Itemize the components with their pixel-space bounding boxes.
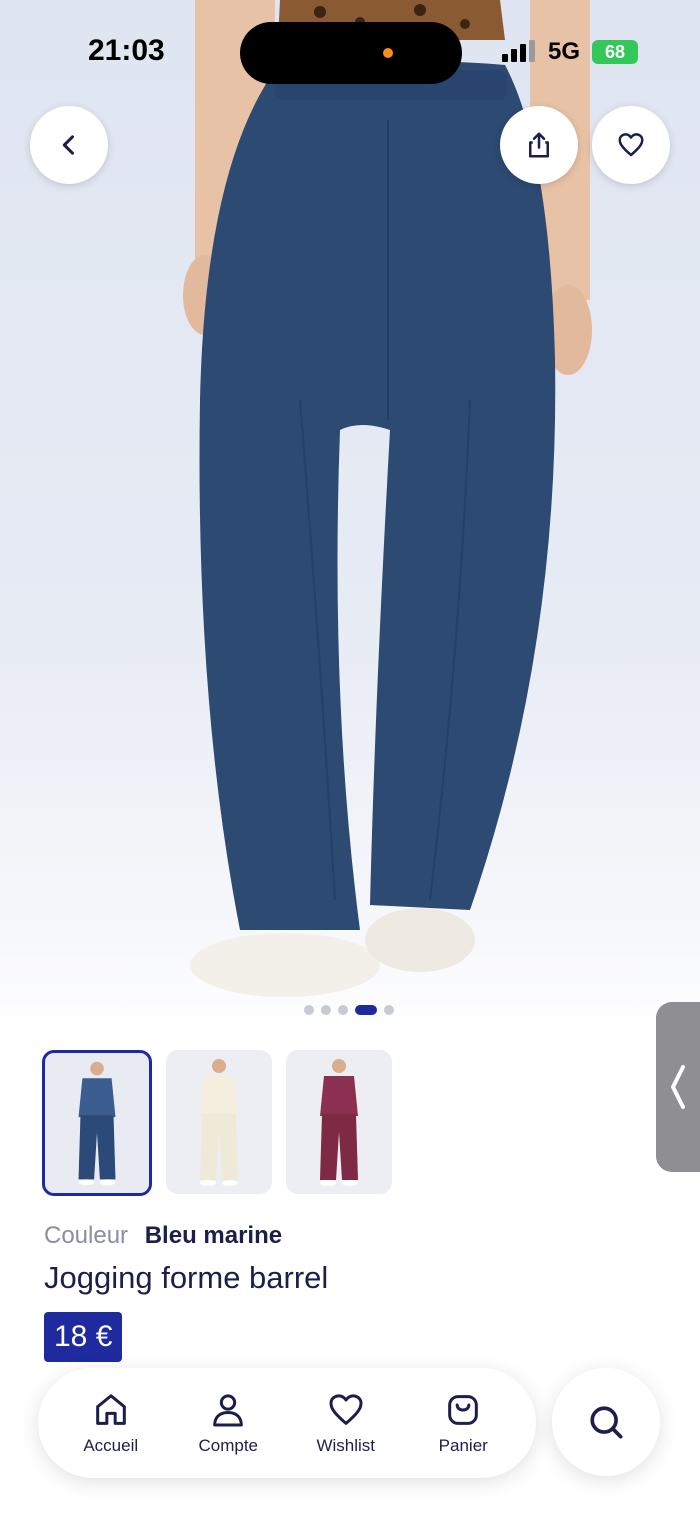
color-value: Bleu marine bbox=[144, 1222, 283, 1249]
pagination-dot[interactable] bbox=[338, 1005, 348, 1015]
pagination-dot[interactable] bbox=[321, 1005, 331, 1015]
variant-thumbnail-navy[interactable] bbox=[42, 1050, 152, 1196]
product-title: Jogging forme barrel bbox=[44, 1260, 329, 1295]
search-icon bbox=[590, 1406, 623, 1439]
pagination-dot[interactable] bbox=[304, 1005, 314, 1015]
privacy-indicator-dot bbox=[383, 48, 393, 58]
nav-item-compte[interactable]: Compte bbox=[173, 1390, 283, 1456]
carousel-pagination bbox=[304, 1005, 394, 1015]
pagination-dot[interactable] bbox=[384, 1005, 394, 1015]
chevron-left-icon bbox=[62, 135, 75, 155]
nav-label-panier: Panier bbox=[438, 1436, 488, 1455]
nav-label-wishlist: Wishlist bbox=[316, 1436, 376, 1455]
wishlist-button[interactable] bbox=[592, 106, 670, 184]
variant-thumbnail-cream[interactable] bbox=[166, 1050, 272, 1194]
status-bar: 21:03 5G 68 bbox=[0, 0, 700, 100]
home-icon bbox=[95, 1394, 126, 1425]
variant-figure bbox=[320, 1059, 358, 1186]
color-label: Couleur bbox=[44, 1222, 129, 1249]
chevron-left-icon bbox=[671, 1065, 685, 1109]
search-button[interactable] bbox=[552, 1368, 660, 1476]
nav-item-accueil[interactable]: Accueil bbox=[56, 1390, 166, 1456]
nav-item-wishlist[interactable]: Wishlist bbox=[291, 1390, 401, 1456]
side-panel-handle[interactable] bbox=[656, 1002, 700, 1172]
color-variants bbox=[42, 1050, 392, 1196]
network-type: 5G bbox=[548, 38, 581, 65]
price-badge: 18 € bbox=[44, 1312, 123, 1362]
dynamic-island bbox=[240, 22, 462, 84]
back-button[interactable] bbox=[30, 106, 108, 184]
nav-label-compte: Compte bbox=[198, 1436, 259, 1455]
pagination-dot[interactable] bbox=[355, 1005, 377, 1015]
variant-thumbnail-burgundy[interactable] bbox=[286, 1050, 392, 1194]
status-time: 21:03 bbox=[88, 34, 165, 67]
heart-icon bbox=[618, 133, 644, 157]
bottom-nav: Accueil Compte Wishlist Panier bbox=[38, 1368, 536, 1478]
variant-figure bbox=[200, 1059, 238, 1186]
variant-figure bbox=[78, 1061, 116, 1186]
color-info: Couleur Bleu marine bbox=[44, 1222, 282, 1250]
user-icon bbox=[213, 1394, 244, 1427]
bag-icon bbox=[448, 1395, 479, 1425]
nav-label-accueil: Accueil bbox=[83, 1436, 139, 1455]
battery-indicator: 68 bbox=[592, 40, 638, 64]
heart-icon bbox=[329, 1394, 363, 1425]
nav-item-panier[interactable]: Panier bbox=[408, 1390, 518, 1456]
share-icon bbox=[529, 132, 549, 158]
signal-icon bbox=[502, 40, 538, 62]
share-button[interactable] bbox=[500, 106, 578, 184]
